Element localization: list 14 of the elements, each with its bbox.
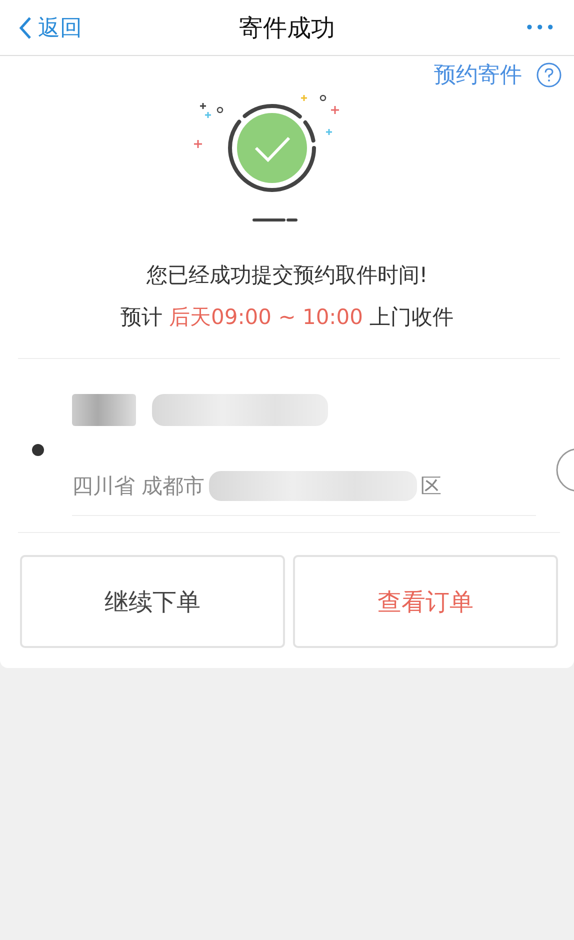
help-icon[interactable] [536,62,562,88]
back-button[interactable]: 返回 [18,12,82,42]
back-chevron-icon [18,16,32,40]
continue-order-button[interactable]: 继续下单 [20,555,285,648]
success-message: 您已经成功提交预约取件时间! [145,262,429,289]
address-text: 四川省 成都市 [72,473,205,500]
more-button[interactable]: ••• [524,18,556,37]
view-order-button[interactable]: 查看订单 [293,555,558,648]
pickup-time-message: 预计 后天09:00 ~ 10:00 上门收件 [119,304,455,331]
help-link[interactable]: 预约寄件 [434,60,522,90]
bullet-dot [32,444,44,456]
address-text: 区 [420,473,442,500]
redacted-name [72,394,136,426]
page-title: 寄件成功 [239,12,335,44]
